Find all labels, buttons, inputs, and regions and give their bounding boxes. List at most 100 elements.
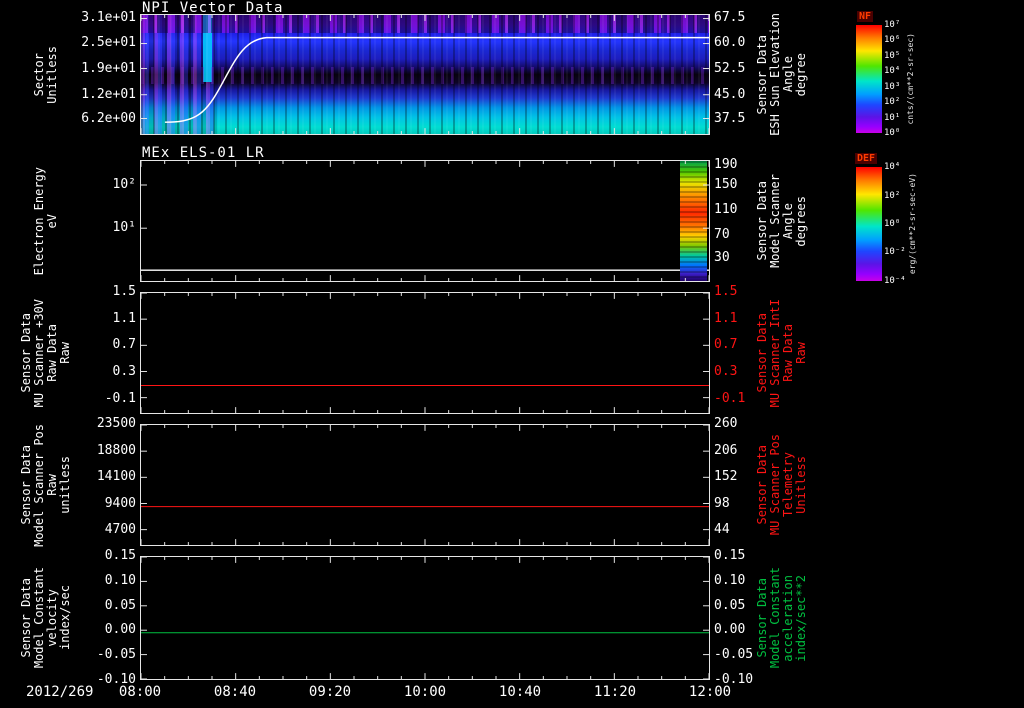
tick-label: 0.05 bbox=[714, 598, 746, 613]
time-tick-label: 12:00 bbox=[688, 684, 732, 700]
axis-label-line: Unitless bbox=[45, 45, 59, 104]
panel1-spectrogram[interactable] bbox=[140, 14, 710, 135]
tick-label: 30 bbox=[714, 250, 730, 265]
tick-label: 0.00 bbox=[714, 622, 746, 637]
tick-label: 10⁰ bbox=[884, 128, 901, 138]
tick-label: 14100 bbox=[96, 469, 136, 484]
panel5-line-plot[interactable] bbox=[140, 556, 710, 680]
tick-label: 9400 bbox=[104, 496, 136, 511]
time-axis: 2012/269 08:00 08:40 09:20 10:00 10:40 1… bbox=[0, 684, 1024, 704]
tick-label: 23500 bbox=[96, 416, 136, 431]
panel3-line-plot[interactable] bbox=[140, 292, 710, 414]
tick-label: 10⁷ bbox=[884, 20, 901, 30]
axis-label-line: Unitless bbox=[794, 456, 808, 514]
tick-label: 10² bbox=[884, 191, 901, 201]
time-tick-label: 09:20 bbox=[308, 684, 352, 700]
tick-label: 10⁴ bbox=[884, 162, 901, 172]
tick-label: 67.5 bbox=[714, 10, 746, 25]
tick-label: 10³ bbox=[884, 82, 901, 92]
colorbar-def bbox=[856, 167, 882, 281]
panel4-left-axis-label: Sensor Data Model Scanner Pos Raw unitle… bbox=[14, 424, 78, 547]
panel3-left-axis-label: Sensor Data MU Scanner +30V Raw Data Raw bbox=[14, 292, 78, 414]
panel5-axis-ticks bbox=[141, 557, 709, 679]
panel1-axis-ticks bbox=[141, 15, 709, 134]
tick-label: 10⁰ bbox=[884, 219, 901, 229]
tick-label: 2.5e+01 bbox=[81, 35, 136, 50]
tick-label: 10⁵ bbox=[884, 51, 901, 61]
tick-label: 1.9e+01 bbox=[81, 61, 136, 76]
tick-label: 3.1e+01 bbox=[81, 10, 136, 25]
colorbar-nf-unit: cnts/(cm**2-sr-sec) bbox=[903, 25, 917, 133]
tick-label: 10⁶ bbox=[884, 35, 901, 45]
axis-label-line: eV bbox=[45, 213, 59, 229]
panel3-axis-ticks bbox=[141, 293, 709, 413]
tick-label: 1.1 bbox=[714, 311, 738, 326]
tick-label: 10² bbox=[884, 97, 901, 107]
axis-label-line: index/sec**2 bbox=[794, 574, 808, 662]
panel2-spectrogram[interactable] bbox=[140, 160, 710, 282]
tick-label: 0.05 bbox=[104, 598, 136, 613]
axis-label-line: degrees bbox=[794, 195, 808, 247]
tick-label: 0.10 bbox=[714, 573, 746, 588]
tick-label: 45.0 bbox=[714, 87, 746, 102]
plot-screen: NPI Vector Data Sector Unitless Sensor D… bbox=[0, 0, 1024, 708]
tick-label: 1.1 bbox=[112, 311, 136, 326]
left-tick-labels: 3.1e+01 2.5e+01 1.9e+01 1.2e+01 6.2e+00 … bbox=[70, 0, 136, 708]
time-tick-label: 08:40 bbox=[213, 684, 257, 700]
tick-label: 0.7 bbox=[714, 337, 738, 352]
panel4-axis-ticks bbox=[141, 425, 709, 545]
tick-label: -0.05 bbox=[96, 647, 136, 662]
tick-label: 18800 bbox=[96, 443, 136, 458]
tick-label: 6.2e+00 bbox=[81, 111, 136, 126]
tick-label: 4700 bbox=[104, 522, 136, 537]
tick-label: 1.5 bbox=[112, 284, 136, 299]
colorbar-unit-label: cnts/(cm**2-sr-sec) bbox=[905, 33, 915, 125]
right-tick-labels: 67.5 60.0 52.5 45.0 37.5 190 150 110 70 … bbox=[714, 0, 778, 708]
tick-label: 260 bbox=[714, 416, 738, 431]
tick-label: 0.10 bbox=[104, 573, 136, 588]
tick-label: 110 bbox=[714, 202, 738, 217]
colorbar-def-title: DEF bbox=[855, 153, 878, 164]
tick-label: 0.15 bbox=[104, 548, 136, 563]
tick-label: -0.05 bbox=[714, 647, 754, 662]
tick-label: 10¹ bbox=[884, 113, 901, 123]
tick-label: 152 bbox=[714, 469, 738, 484]
colorbar-nf-ticks: 10⁷ 10⁶ 10⁵ 10⁴ 10³ 10² 10¹ 10⁰ bbox=[884, 20, 902, 138]
tick-label: 44 bbox=[714, 522, 730, 537]
panel2-axis-ticks bbox=[141, 161, 709, 281]
tick-label: 1.2e+01 bbox=[81, 87, 136, 102]
panel1-left-axis-label: Sector Unitless bbox=[24, 14, 68, 135]
axis-label-line: degree bbox=[794, 52, 808, 97]
tick-label: 0.00 bbox=[104, 622, 136, 637]
panel2-title: MEx ELS-01 LR bbox=[142, 145, 265, 161]
panel2-left-axis-label: Electron Energy eV bbox=[24, 160, 68, 282]
panel4-line-plot[interactable] bbox=[140, 424, 710, 546]
tick-label: 10¹ bbox=[112, 220, 136, 235]
time-tick-label: 08:00 bbox=[118, 684, 162, 700]
axis-label-line: Raw bbox=[794, 342, 808, 364]
tick-label: -0.1 bbox=[714, 391, 746, 406]
tick-label: 206 bbox=[714, 443, 738, 458]
tick-label: 98 bbox=[714, 496, 730, 511]
tick-label: 10⁴ bbox=[884, 66, 901, 76]
time-tick-label: 10:00 bbox=[403, 684, 447, 700]
tick-label: 10⁻⁴ bbox=[884, 276, 906, 286]
tick-label: 10⁻² bbox=[884, 247, 906, 257]
time-tick-label: 10:40 bbox=[498, 684, 542, 700]
tick-label: 150 bbox=[714, 177, 738, 192]
tick-label: 60.0 bbox=[714, 35, 746, 50]
tick-label: -0.1 bbox=[104, 391, 136, 406]
tick-label: 190 bbox=[714, 157, 738, 172]
colorbar-unit-label: erg/(cm**2-sr-sec-eV) bbox=[907, 173, 917, 275]
colorbar-def-unit: erg/(cm**2-sr-sec-eV) bbox=[905, 167, 919, 281]
tick-label: 0.3 bbox=[714, 364, 738, 379]
colorbar-nf-title: NF bbox=[857, 11, 874, 22]
colorbar-def-ticks: 10⁴ 10² 10⁰ 10⁻² 10⁻⁴ bbox=[884, 162, 906, 286]
colorbar-nf bbox=[856, 25, 882, 133]
panel5-left-axis-label: Sensor Data Model Constant velocity inde… bbox=[14, 556, 78, 680]
tick-label: 10² bbox=[112, 177, 136, 192]
tick-label: 0.15 bbox=[714, 548, 746, 563]
tick-label: 0.3 bbox=[112, 364, 136, 379]
tick-label: 37.5 bbox=[714, 111, 746, 126]
tick-label: 52.5 bbox=[714, 61, 746, 76]
